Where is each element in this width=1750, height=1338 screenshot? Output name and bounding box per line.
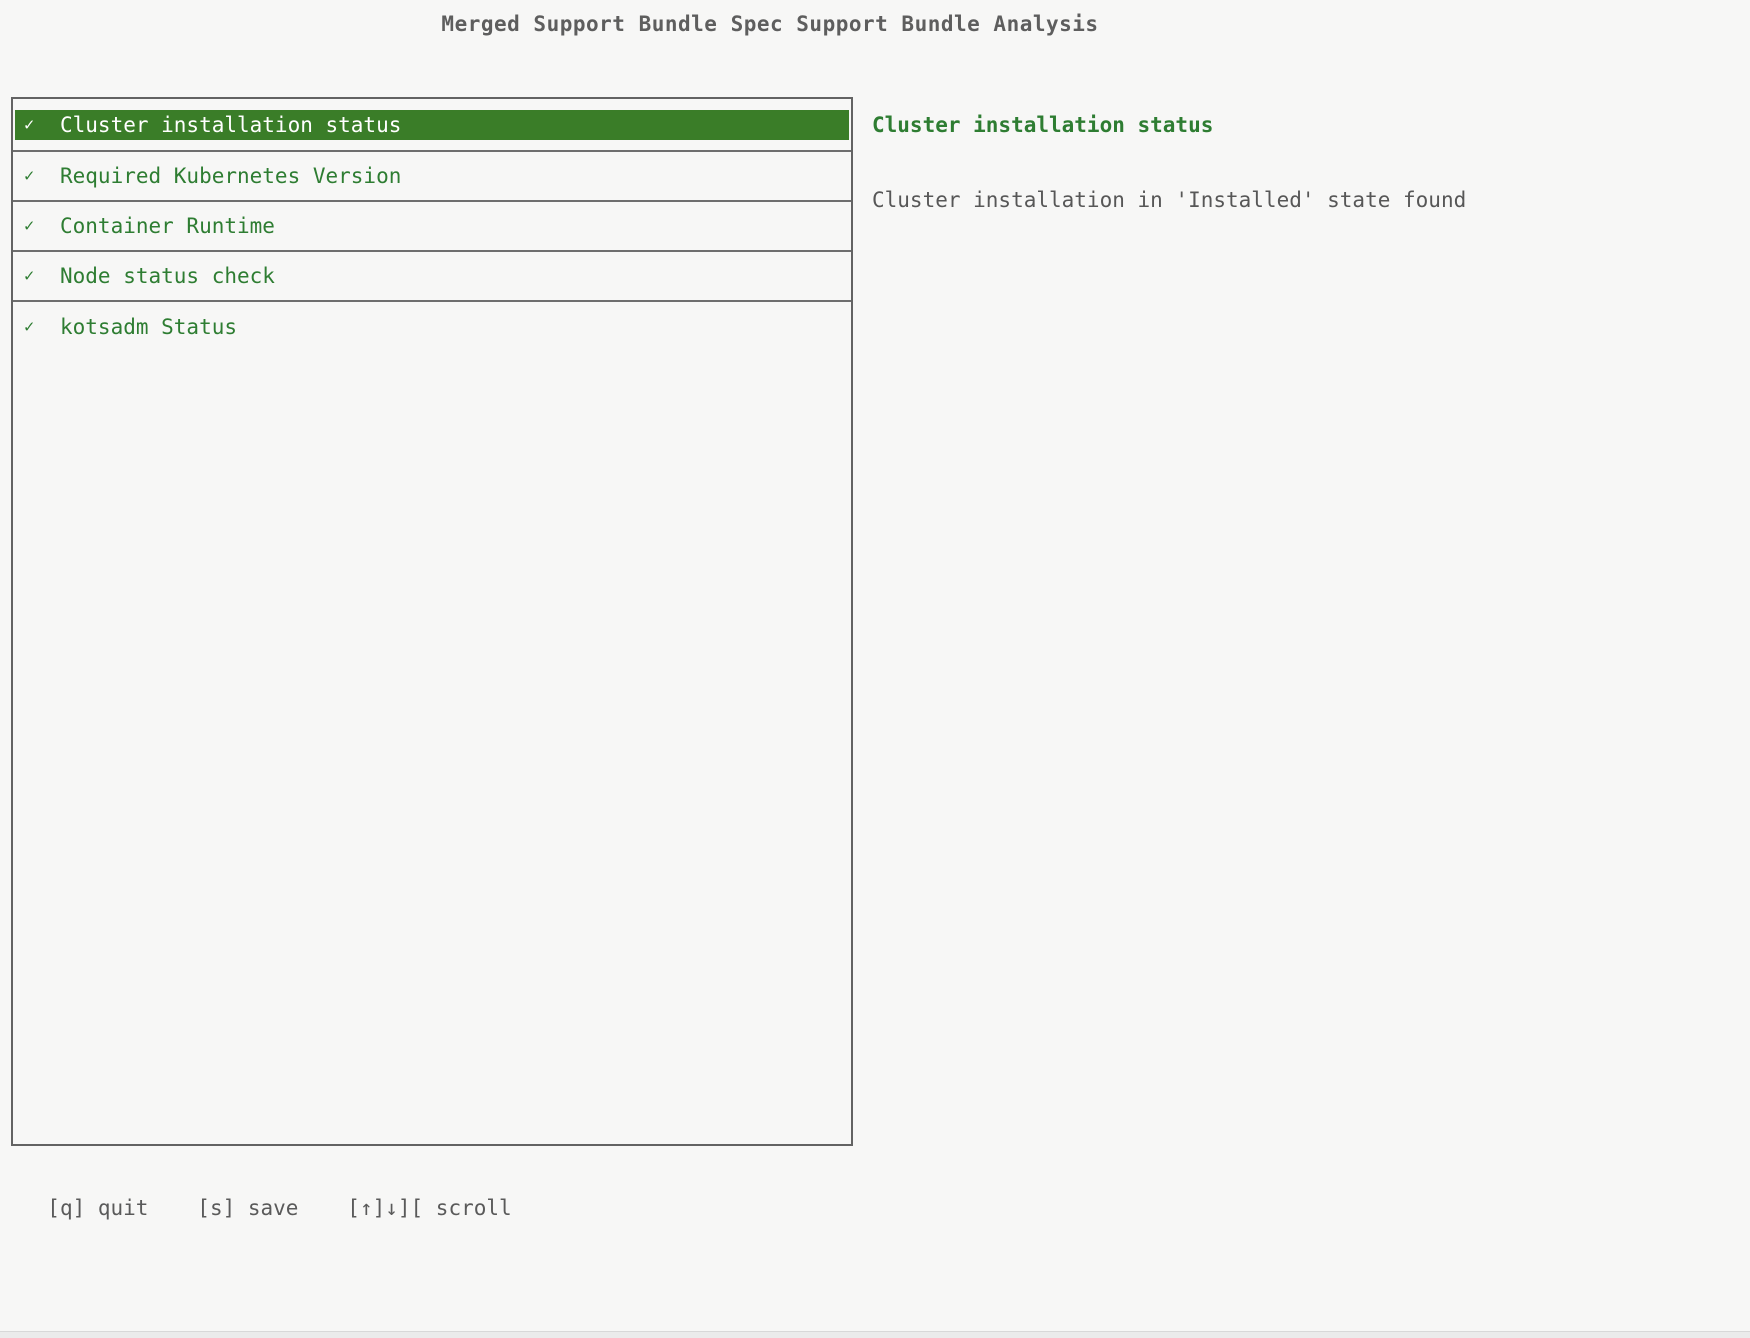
list-item-inner: ✓kotsadm Status bbox=[15, 312, 849, 342]
list-item-label: Cluster installation status bbox=[60, 113, 401, 137]
page-title: Merged Support Bundle Spec Support Bundl… bbox=[0, 12, 1540, 36]
list-item-inner: ✓Container Runtime bbox=[15, 211, 849, 241]
detail-title: Cluster installation status bbox=[872, 110, 1712, 140]
footer-keybindings: [q] quit[s] save[↑]↓][ scroll bbox=[22, 1163, 512, 1223]
list-item-label: Node status check bbox=[60, 264, 275, 288]
list-item[interactable]: ✓Node status check bbox=[13, 252, 851, 302]
list-item-inner: ✓Required Kubernetes Version bbox=[15, 161, 849, 191]
list-item[interactable]: ✓Required Kubernetes Version bbox=[13, 152, 851, 202]
save-keybinding[interactable]: [s] save bbox=[197, 1193, 347, 1223]
list-item-label: Container Runtime bbox=[60, 214, 275, 238]
window-bottom-edge bbox=[0, 1331, 1750, 1338]
quit-keybinding[interactable]: [q] quit bbox=[47, 1193, 197, 1223]
detail-panel: Cluster installation status Cluster inst… bbox=[872, 110, 1712, 215]
check-icon: ✓ bbox=[24, 317, 60, 337]
check-icon: ✓ bbox=[24, 115, 60, 135]
check-icon: ✓ bbox=[24, 216, 60, 236]
list-item-label: kotsadm Status bbox=[60, 315, 237, 339]
list-item-inner: ✓Node status check bbox=[15, 261, 849, 291]
check-icon: ✓ bbox=[24, 166, 60, 186]
list-item-label: Required Kubernetes Version bbox=[60, 164, 401, 188]
list-item[interactable]: ✓kotsadm Status bbox=[13, 302, 851, 352]
list-item[interactable]: ✓Cluster installation status bbox=[13, 99, 851, 152]
scroll-keybinding[interactable]: [↑]↓][ scroll bbox=[347, 1193, 511, 1223]
analyzer-list: ✓Cluster installation status✓Required Ku… bbox=[11, 97, 853, 1146]
list-item-inner: ✓Cluster installation status bbox=[15, 110, 849, 140]
detail-message: Cluster installation in 'Installed' stat… bbox=[872, 185, 1712, 215]
check-icon: ✓ bbox=[24, 266, 60, 286]
list-item[interactable]: ✓Container Runtime bbox=[13, 202, 851, 252]
